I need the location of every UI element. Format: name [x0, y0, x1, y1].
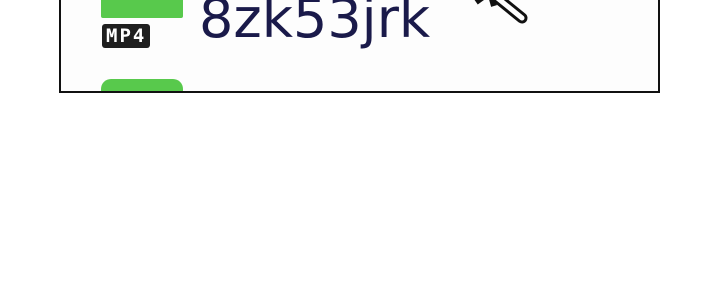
screen: MP4 8zk53jrk — [0, 0, 720, 288]
file-type-badge: MP4 — [102, 24, 151, 48]
file-list-panel: MP4 8zk53jrk — [59, 0, 660, 93]
file-icon-top — [101, 0, 183, 18]
mp4-video-file-icon: MP4 — [101, 0, 183, 52]
file-list-item[interactable]: MP4 8zk53jrk — [101, 0, 430, 52]
file-name: 8zk53jrk — [199, 0, 431, 50]
mp4-video-file-icon — [101, 79, 183, 91]
file-list-item[interactable] — [101, 79, 183, 91]
mouse-pointer-icon — [474, 0, 528, 24]
